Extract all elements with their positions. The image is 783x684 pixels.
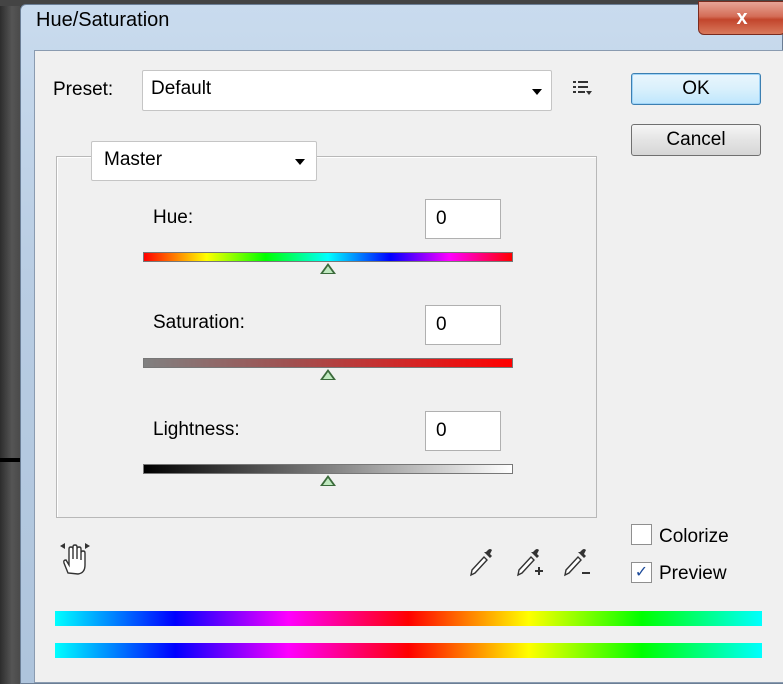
channel-value: Master [104,149,163,170]
cancel-button[interactable]: Cancel [631,124,761,156]
on-image-adjust-hand-icon[interactable] [59,543,91,577]
colorize-label: Colorize [659,526,729,547]
lightness-slider-track[interactable] [143,464,513,474]
colorize-checkbox[interactable] [631,524,652,545]
list-menu-icon[interactable] [572,78,594,98]
channel-dropdown[interactable]: Master [91,141,317,181]
saturation-input[interactable]: 0 [425,305,501,345]
ok-button[interactable]: OK [631,73,761,105]
saturation-label: Saturation: [153,312,245,333]
eyedropper-minus-icon[interactable] [562,546,594,580]
desktop-background [0,0,20,684]
preset-dropdown[interactable]: Default [142,70,552,111]
eyedropper-icon[interactable] [468,546,496,578]
dialog-client-area: Preset: Default OK Cancel Master Hue: 0 … [34,50,783,683]
color-range-bar-top [55,611,762,626]
color-range-bar-bottom [55,643,762,658]
preset-label: Preset: [53,79,114,100]
chevron-down-icon [532,89,542,95]
hue-label: Hue: [153,207,194,228]
preset-value: Default [151,78,212,99]
saturation-slider-track[interactable] [143,358,513,368]
close-button[interactable]: x [698,1,783,35]
hue-input[interactable]: 0 [425,199,501,239]
hue-slider-thumb[interactable] [320,263,336,274]
lightness-input[interactable]: 0 [425,411,501,451]
eyedropper-plus-icon[interactable] [515,546,547,580]
preview-checkbox[interactable]: ✓ [631,562,652,583]
hue-slider-track[interactable] [143,252,513,262]
checkmark-icon: ✓ [634,564,649,581]
chevron-down-icon [295,159,305,165]
preview-label: Preview [659,563,727,584]
window-title: Hue/Saturation [36,9,170,31]
saturation-slider-thumb[interactable] [320,369,336,380]
lightness-slider-thumb[interactable] [320,475,336,486]
adjustment-group: Master Hue: 0 Saturation: 0 Lightness: 0 [56,141,597,518]
lightness-label: Lightness: [153,419,240,440]
close-icon: x [736,6,748,29]
hue-saturation-dialog: Hue/Saturation x Preset: Default OK Canc… [20,1,783,684]
